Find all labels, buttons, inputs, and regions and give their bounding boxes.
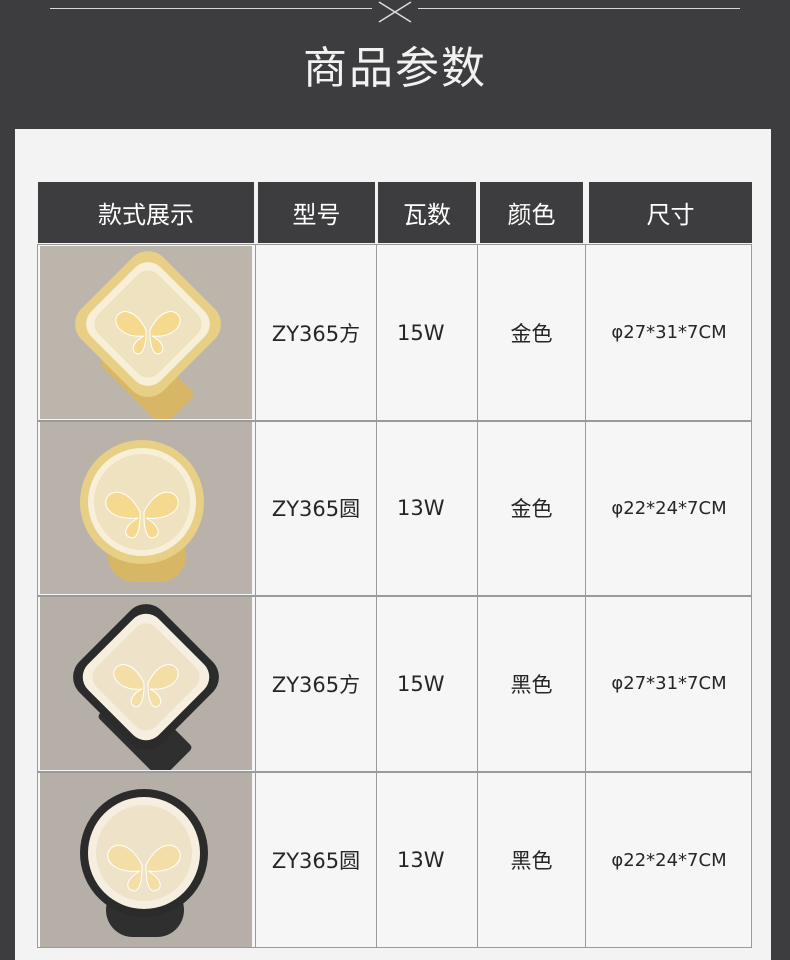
- row-4-model: ZY365圆: [271, 849, 361, 873]
- page-title: 商品参数: [303, 43, 487, 94]
- row-2-size: φ22*24*7CM: [611, 497, 727, 519]
- row-3-wattage: 15W: [397, 671, 445, 696]
- row-1-wattage: 15W: [397, 320, 445, 345]
- row-3-size: φ27*31*7CM: [611, 673, 727, 694]
- row-4-wattage: 13W: [397, 848, 445, 872]
- row-2-color: 金色: [510, 497, 553, 521]
- header-cell-style: 款式展示: [38, 182, 254, 243]
- header-cell-size: 尺寸: [589, 182, 752, 243]
- row-1-color: 金色: [510, 321, 553, 346]
- gold-round-butterfly-lamp-image: [40, 422, 252, 594]
- header-line-right: [418, 8, 740, 9]
- row-4-color: 黑色: [510, 849, 553, 873]
- header-cell-wattage: 瓦数: [378, 182, 476, 243]
- row-3-model: ZY365方: [271, 672, 361, 697]
- header-line-left: [50, 8, 372, 9]
- black-square-butterfly-lamp-image: [40, 597, 252, 770]
- row-2-wattage: 13W: [397, 496, 445, 520]
- header: 商品参数: [0, 0, 790, 128]
- header-cell-model: 型号: [258, 182, 375, 243]
- row-2-model: ZY365圆: [271, 497, 361, 521]
- black-round-butterfly-lamp-image: [40, 773, 252, 947]
- gold-square-butterfly-lamp-image: [40, 246, 252, 419]
- sparkle-icon: [378, 1, 412, 23]
- header-cell-color: 颜色: [480, 182, 583, 243]
- row-3-color: 黑色: [510, 672, 553, 697]
- row-1-size: φ27*31*7CM: [611, 322, 727, 343]
- row-4-size: φ22*24*7CM: [611, 849, 727, 871]
- row-1-model: ZY365方: [271, 321, 361, 346]
